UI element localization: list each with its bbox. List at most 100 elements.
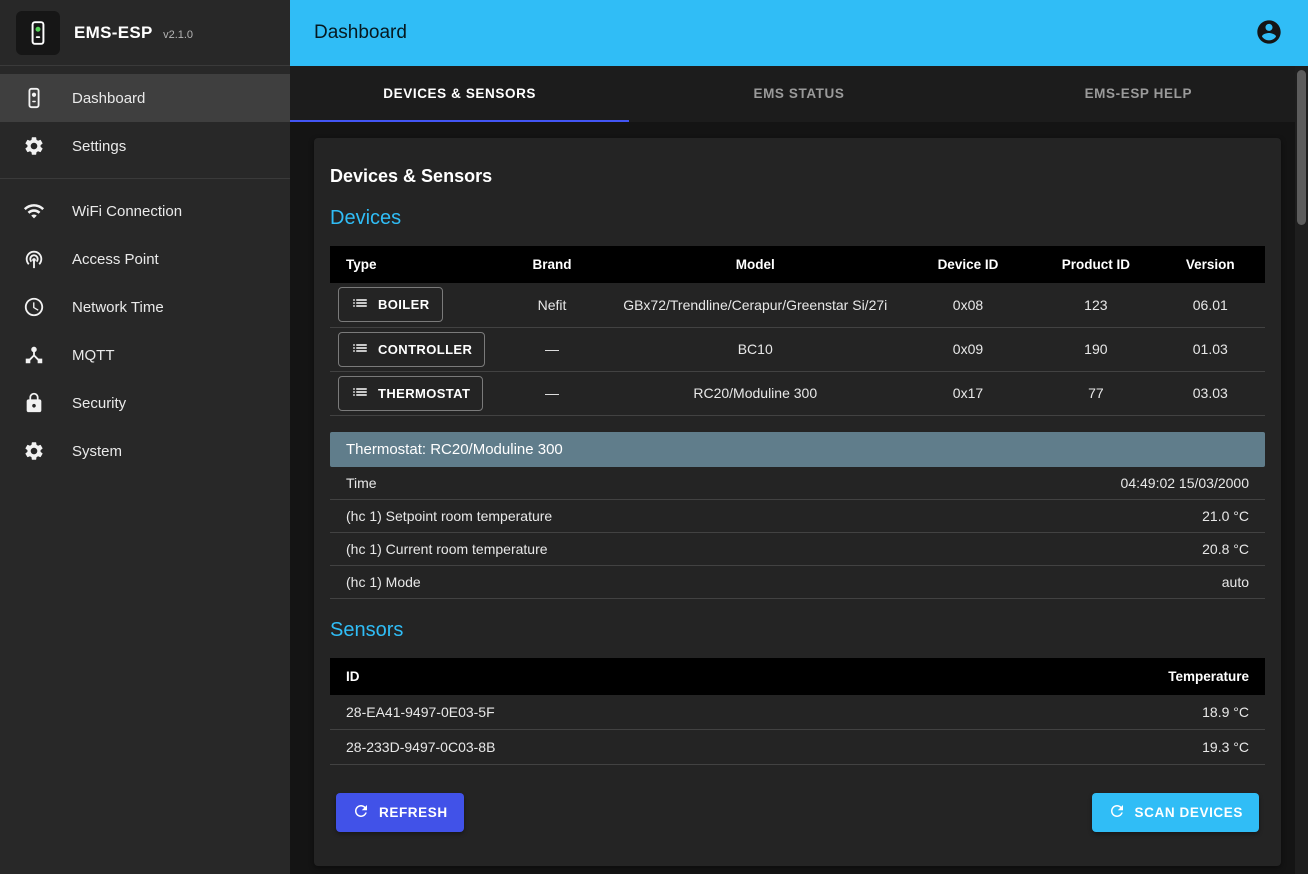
column-header-version: Version [1156,246,1265,283]
page-title: Dashboard [314,22,407,44]
account-circle-icon [1255,34,1283,49]
refresh-icon [1108,802,1126,823]
actions-row: REFRESH SCAN DEVICES [330,793,1265,832]
list-icon [351,339,369,360]
device-version: 06.01 [1156,283,1265,327]
refresh-button[interactable]: REFRESH [336,793,464,832]
sidebar-item-label: Dashboard [72,90,145,107]
brand: EMS-ESP v2.1.0 [74,23,193,43]
sensors-heading: Sensors [330,619,1265,642]
detail-row: (hc 1) Setpoint room temperature 21.0 °C [330,500,1265,533]
device-icon [22,86,46,110]
scrollbar-thumb[interactable] [1297,70,1306,225]
device-product-id: 123 [1036,283,1155,327]
sensor-row: 28-233D-9497-0C03-8B 19.3 °C [330,730,1265,765]
device-product-id: 77 [1036,371,1155,415]
column-header-device-id: Device ID [900,246,1036,283]
device-id: 0x08 [900,283,1036,327]
main-area: Dashboard DEVICES & SENSORS EMS STATUS E… [290,0,1308,874]
device-brand: — [493,371,610,415]
sidebar-divider [0,178,290,179]
devices-table-header: Type Brand Model Device ID Product ID Ve… [330,246,1265,283]
detail-label: (hc 1) Mode [346,574,421,590]
refresh-icon [352,802,370,823]
column-header-temperature: Temperature [905,658,1265,695]
clock-icon [22,295,46,319]
wifi-icon [22,199,46,223]
thermostat-details-header: Thermostat: RC20/Moduline 300 [330,432,1265,467]
appbar: Dashboard [290,0,1308,66]
sidebar-item-label: Settings [72,138,126,155]
sidebar-item-access-point[interactable]: Access Point [0,235,290,283]
app-root: EMS-ESP v2.1.0 Dashboard Settings [0,0,1308,874]
devices-heading: Devices [330,207,1265,230]
devices-sensors-card: Devices & Sensors Devices Type Brand Mod… [314,138,1281,866]
sensor-row: 28-EA41-9497-0E03-5F 18.9 °C [330,695,1265,730]
device-type-button-thermostat[interactable]: THERMOSTAT [338,376,483,411]
detail-row: (hc 1) Current room temperature 20.8 °C [330,533,1265,566]
thermostat-details-list: Time 04:49:02 15/03/2000 (hc 1) Setpoint… [330,467,1265,599]
sidebar: EMS-ESP v2.1.0 Dashboard Settings [0,0,290,874]
column-header-product-id: Product ID [1036,246,1155,283]
list-icon [351,294,369,315]
device-type-button-boiler[interactable]: BOILER [338,287,443,322]
scan-devices-button-label: SCAN DEVICES [1135,805,1243,820]
sensors-table-header: ID Temperature [330,658,1265,695]
ems-esp-logo-icon [25,20,51,46]
device-model: GBx72/Trendline/Cerapur/Greenstar Si/27i [611,283,900,327]
scrollbar-track[interactable] [1295,66,1308,874]
sidebar-item-label: System [72,443,122,460]
device-type-label: CONTROLLER [378,342,472,357]
device-id: 0x09 [900,327,1036,371]
device-type-label: BOILER [378,297,430,312]
sidebar-item-wifi-connection[interactable]: WiFi Connection [0,187,290,235]
device-brand: Nefit [493,283,610,327]
sensor-id: 28-EA41-9497-0E03-5F [330,695,905,730]
detail-row: Time 04:49:02 15/03/2000 [330,467,1265,500]
column-header-id: ID [330,658,905,695]
detail-label: (hc 1) Setpoint room temperature [346,508,552,524]
column-header-type: Type [330,246,493,283]
device-type-label: THERMOSTAT [378,386,470,401]
list-icon [351,383,369,404]
detail-value: 21.0 °C [1202,508,1249,524]
devices-table: Type Brand Model Device ID Product ID Ve… [330,246,1265,416]
device-product-id: 190 [1036,327,1155,371]
tab-ems-esp-help[interactable]: EMS-ESP HELP [969,66,1308,122]
gear-icon [22,134,46,158]
tab-ems-status[interactable]: EMS STATUS [629,66,968,122]
sidebar-item-label: MQTT [72,347,115,364]
detail-label: Time [346,475,377,491]
detail-row: (hc 1) Mode auto [330,566,1265,599]
sidebar-item-dashboard[interactable]: Dashboard [0,74,290,122]
sidebar-header: EMS-ESP v2.1.0 [0,0,290,66]
content-area: Devices & Sensors Devices Type Brand Mod… [290,122,1308,874]
device-brand: — [493,327,610,371]
column-header-model: Model [611,246,900,283]
tabbar: DEVICES & SENSORS EMS STATUS EMS-ESP HEL… [290,66,1308,122]
sidebar-item-mqtt[interactable]: MQTT [0,331,290,379]
scan-devices-button[interactable]: SCAN DEVICES [1092,793,1259,832]
device-row: THERMOSTAT — RC20/Moduline 300 0x17 77 0… [330,371,1265,415]
tab-devices-sensors[interactable]: DEVICES & SENSORS [290,66,629,122]
sensor-temperature: 19.3 °C [905,730,1265,765]
sidebar-item-security[interactable]: Security [0,379,290,427]
device-type-button-controller[interactable]: CONTROLLER [338,332,485,367]
detail-value: 20.8 °C [1202,541,1249,557]
device-version: 03.03 [1156,371,1265,415]
device-row: CONTROLLER — BC10 0x09 190 01.03 [330,327,1265,371]
sidebar-item-network-time[interactable]: Network Time [0,283,290,331]
device-hub-icon [22,343,46,367]
account-button[interactable] [1254,18,1284,48]
brand-name: EMS-ESP [74,23,153,42]
gear-icon [22,439,46,463]
sidebar-item-label: Security [72,395,126,412]
detail-value: auto [1222,574,1249,590]
sidebar-item-settings[interactable]: Settings [0,122,290,170]
detail-value: 04:49:02 15/03/2000 [1121,475,1249,491]
sidebar-item-system[interactable]: System [0,427,290,475]
lock-icon [22,391,46,415]
card-title: Devices & Sensors [330,166,1265,187]
device-row: BOILER Nefit GBx72/Trendline/Cerapur/Gre… [330,283,1265,327]
app-logo [16,11,60,55]
